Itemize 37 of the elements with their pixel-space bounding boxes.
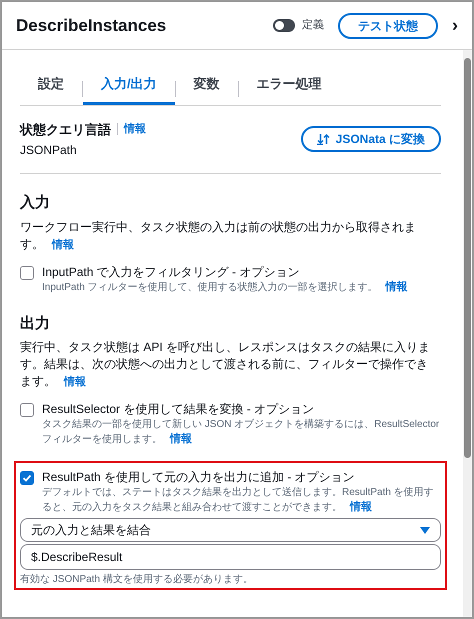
- caret-down-icon: [420, 526, 430, 534]
- language-value: JSONPath: [20, 142, 78, 159]
- section-label: 状態クエリ言語: [20, 120, 111, 138]
- checkmark-icon: [22, 473, 32, 483]
- field-hint: 有効な JSONPath 構文を使用する必要があります。: [20, 573, 254, 586]
- toggle-label: 定義: [302, 18, 324, 34]
- dropdown[interactable]: 元の入力と結果を結合: [20, 518, 441, 542]
- info-link[interactable]: 情報: [52, 238, 74, 250]
- option-description: デフォルトでは、ステートはタスク結果を出力として送信します。ResultPath を使用すると、元の入力をタスク結果と組み合わせて渡すことができます。 情報: [42, 486, 435, 515]
- info-link[interactable]: 情報: [64, 376, 86, 388]
- option-label: ResultPath を使用して元の入力を出力に追加 - オプション: [42, 469, 356, 485]
- toggle-switch[interactable]: [273, 19, 295, 32]
- section-heading: 入力: [20, 193, 51, 213]
- panel-title: DescribeInstances: [16, 14, 168, 37]
- info-link[interactable]: 情報: [386, 280, 408, 292]
- test-state-button[interactable]: テスト状態: [338, 12, 438, 38]
- info-link[interactable]: 情報: [350, 501, 372, 513]
- checkbox[interactable]: [20, 471, 34, 485]
- section-description: ワークフロー実行中、タスク状態の入力は前の状態の出力から取得されます。 情報: [20, 218, 417, 252]
- option-label: ResultSelector を使用して結果を変換 - オプション: [42, 401, 316, 417]
- tab[interactable]: エラー処理: [238, 74, 340, 104]
- section-description: 実行中、タスク状態は API を呼び出し、レスポンスはタスクの結果に入ります。結果は、次の状態への出力として渡される前に、フィルターで操作できます。 情報: [20, 339, 432, 390]
- option-description: InputPath フィルターを使用して、使用する状態入力の一部を選択します。 情報: [42, 280, 408, 294]
- tab[interactable]: 入力/出力: [83, 74, 175, 104]
- info-link[interactable]: 情報: [170, 433, 192, 445]
- section-heading: 出力: [20, 314, 51, 334]
- convert-button[interactable]: JSONata に変換: [300, 126, 441, 152]
- sort-icon: [316, 133, 330, 146]
- option-label: InputPath で入力をフィルタリング - オプション: [42, 264, 300, 280]
- tab[interactable]: 変数: [176, 74, 238, 104]
- next-button[interactable]: ›: [452, 12, 458, 39]
- checkbox[interactable]: [20, 403, 34, 417]
- option-description: タスク結果の一部を使用して新しい JSON オブジェクトを構築するには、ResultSelector フィルターを使用します。 情報: [42, 418, 440, 447]
- tab[interactable]: 設定: [20, 74, 82, 104]
- checkbox[interactable]: [20, 266, 34, 280]
- info-link[interactable]: 情報: [124, 121, 146, 138]
- input-field[interactable]: $.DescribeResult: [20, 544, 441, 570]
